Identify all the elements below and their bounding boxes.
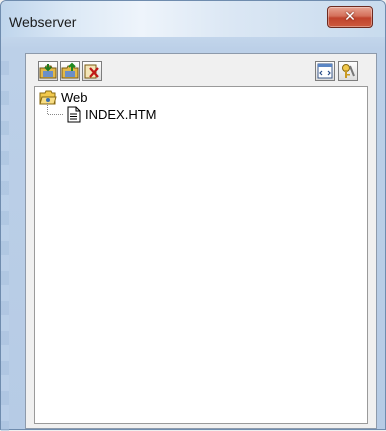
html-page-icon — [317, 63, 333, 79]
tree-connector — [48, 114, 63, 115]
tree-item-index-htm[interactable]: INDEX.HTM — [65, 106, 205, 123]
delete-button[interactable] — [82, 61, 102, 81]
folder-download-icon — [39, 64, 57, 79]
close-button[interactable]: ✕ — [327, 6, 373, 28]
tree-item-label: INDEX.HTM — [85, 107, 157, 122]
folder-download-button[interactable] — [38, 61, 58, 81]
webserver-window: Webserver ✕ Web INDEX.HTM — [0, 0, 386, 431]
webserver-panel: Web INDEX.HTM — [25, 53, 377, 429]
close-icon: ✕ — [344, 9, 356, 25]
folder-open-icon — [39, 90, 57, 105]
window-title: Webserver — [9, 14, 77, 30]
title-bar[interactable]: Webserver ✕ — [1, 1, 385, 37]
file-tree[interactable]: Web INDEX.HTM — [34, 86, 368, 424]
tools-key-icon — [342, 64, 355, 78]
html-page-button[interactable] — [315, 61, 335, 81]
delete-icon — [84, 64, 99, 79]
tree-item-web[interactable]: Web — [39, 89, 159, 106]
folder-upload-icon — [61, 62, 79, 79]
folder-upload-button[interactable] — [60, 61, 80, 81]
tree-connector — [47, 103, 48, 114]
document-icon — [67, 106, 81, 123]
tools-button[interactable] — [338, 61, 358, 81]
tree-item-label: Web — [61, 90, 88, 105]
